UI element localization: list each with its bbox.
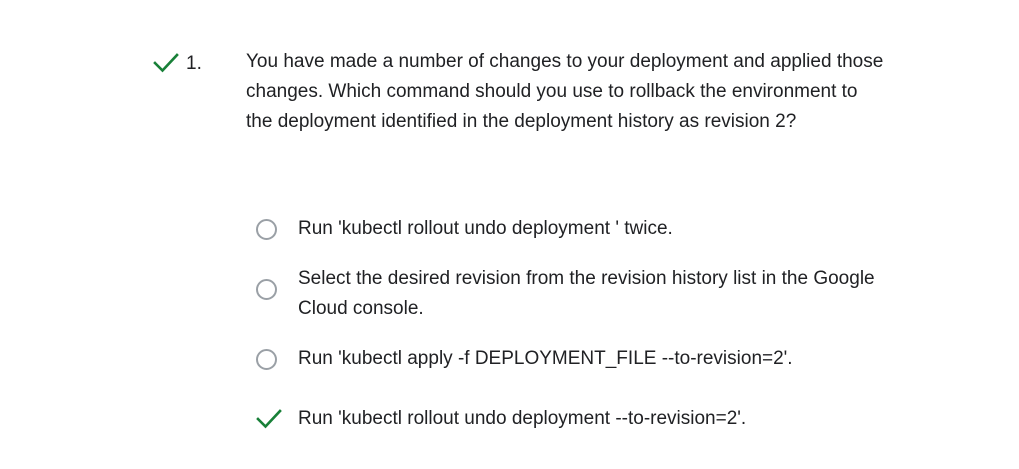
question-number: 1.	[186, 53, 202, 74]
checkmark-icon	[153, 53, 179, 73]
question-text: You have made a number of changes to you…	[246, 51, 884, 132]
answer-option-label: Run 'kubectl apply -f DEPLOYMENT_FILE --…	[298, 348, 793, 369]
answer-option-label: Run 'kubectl rollout undo deployment --t…	[298, 408, 747, 429]
radio-button[interactable]	[256, 279, 277, 300]
radio-button[interactable]	[256, 219, 277, 240]
radio-button[interactable]	[256, 349, 277, 370]
answer-option-label: Run 'kubectl rollout undo deployment ' t…	[298, 218, 673, 239]
checkmark-icon	[256, 409, 282, 429]
answer-option-label: Select the desired revision from the rev…	[298, 268, 875, 319]
quiz-question: 1. You have made a number of changes to …	[0, 0, 1019, 469]
